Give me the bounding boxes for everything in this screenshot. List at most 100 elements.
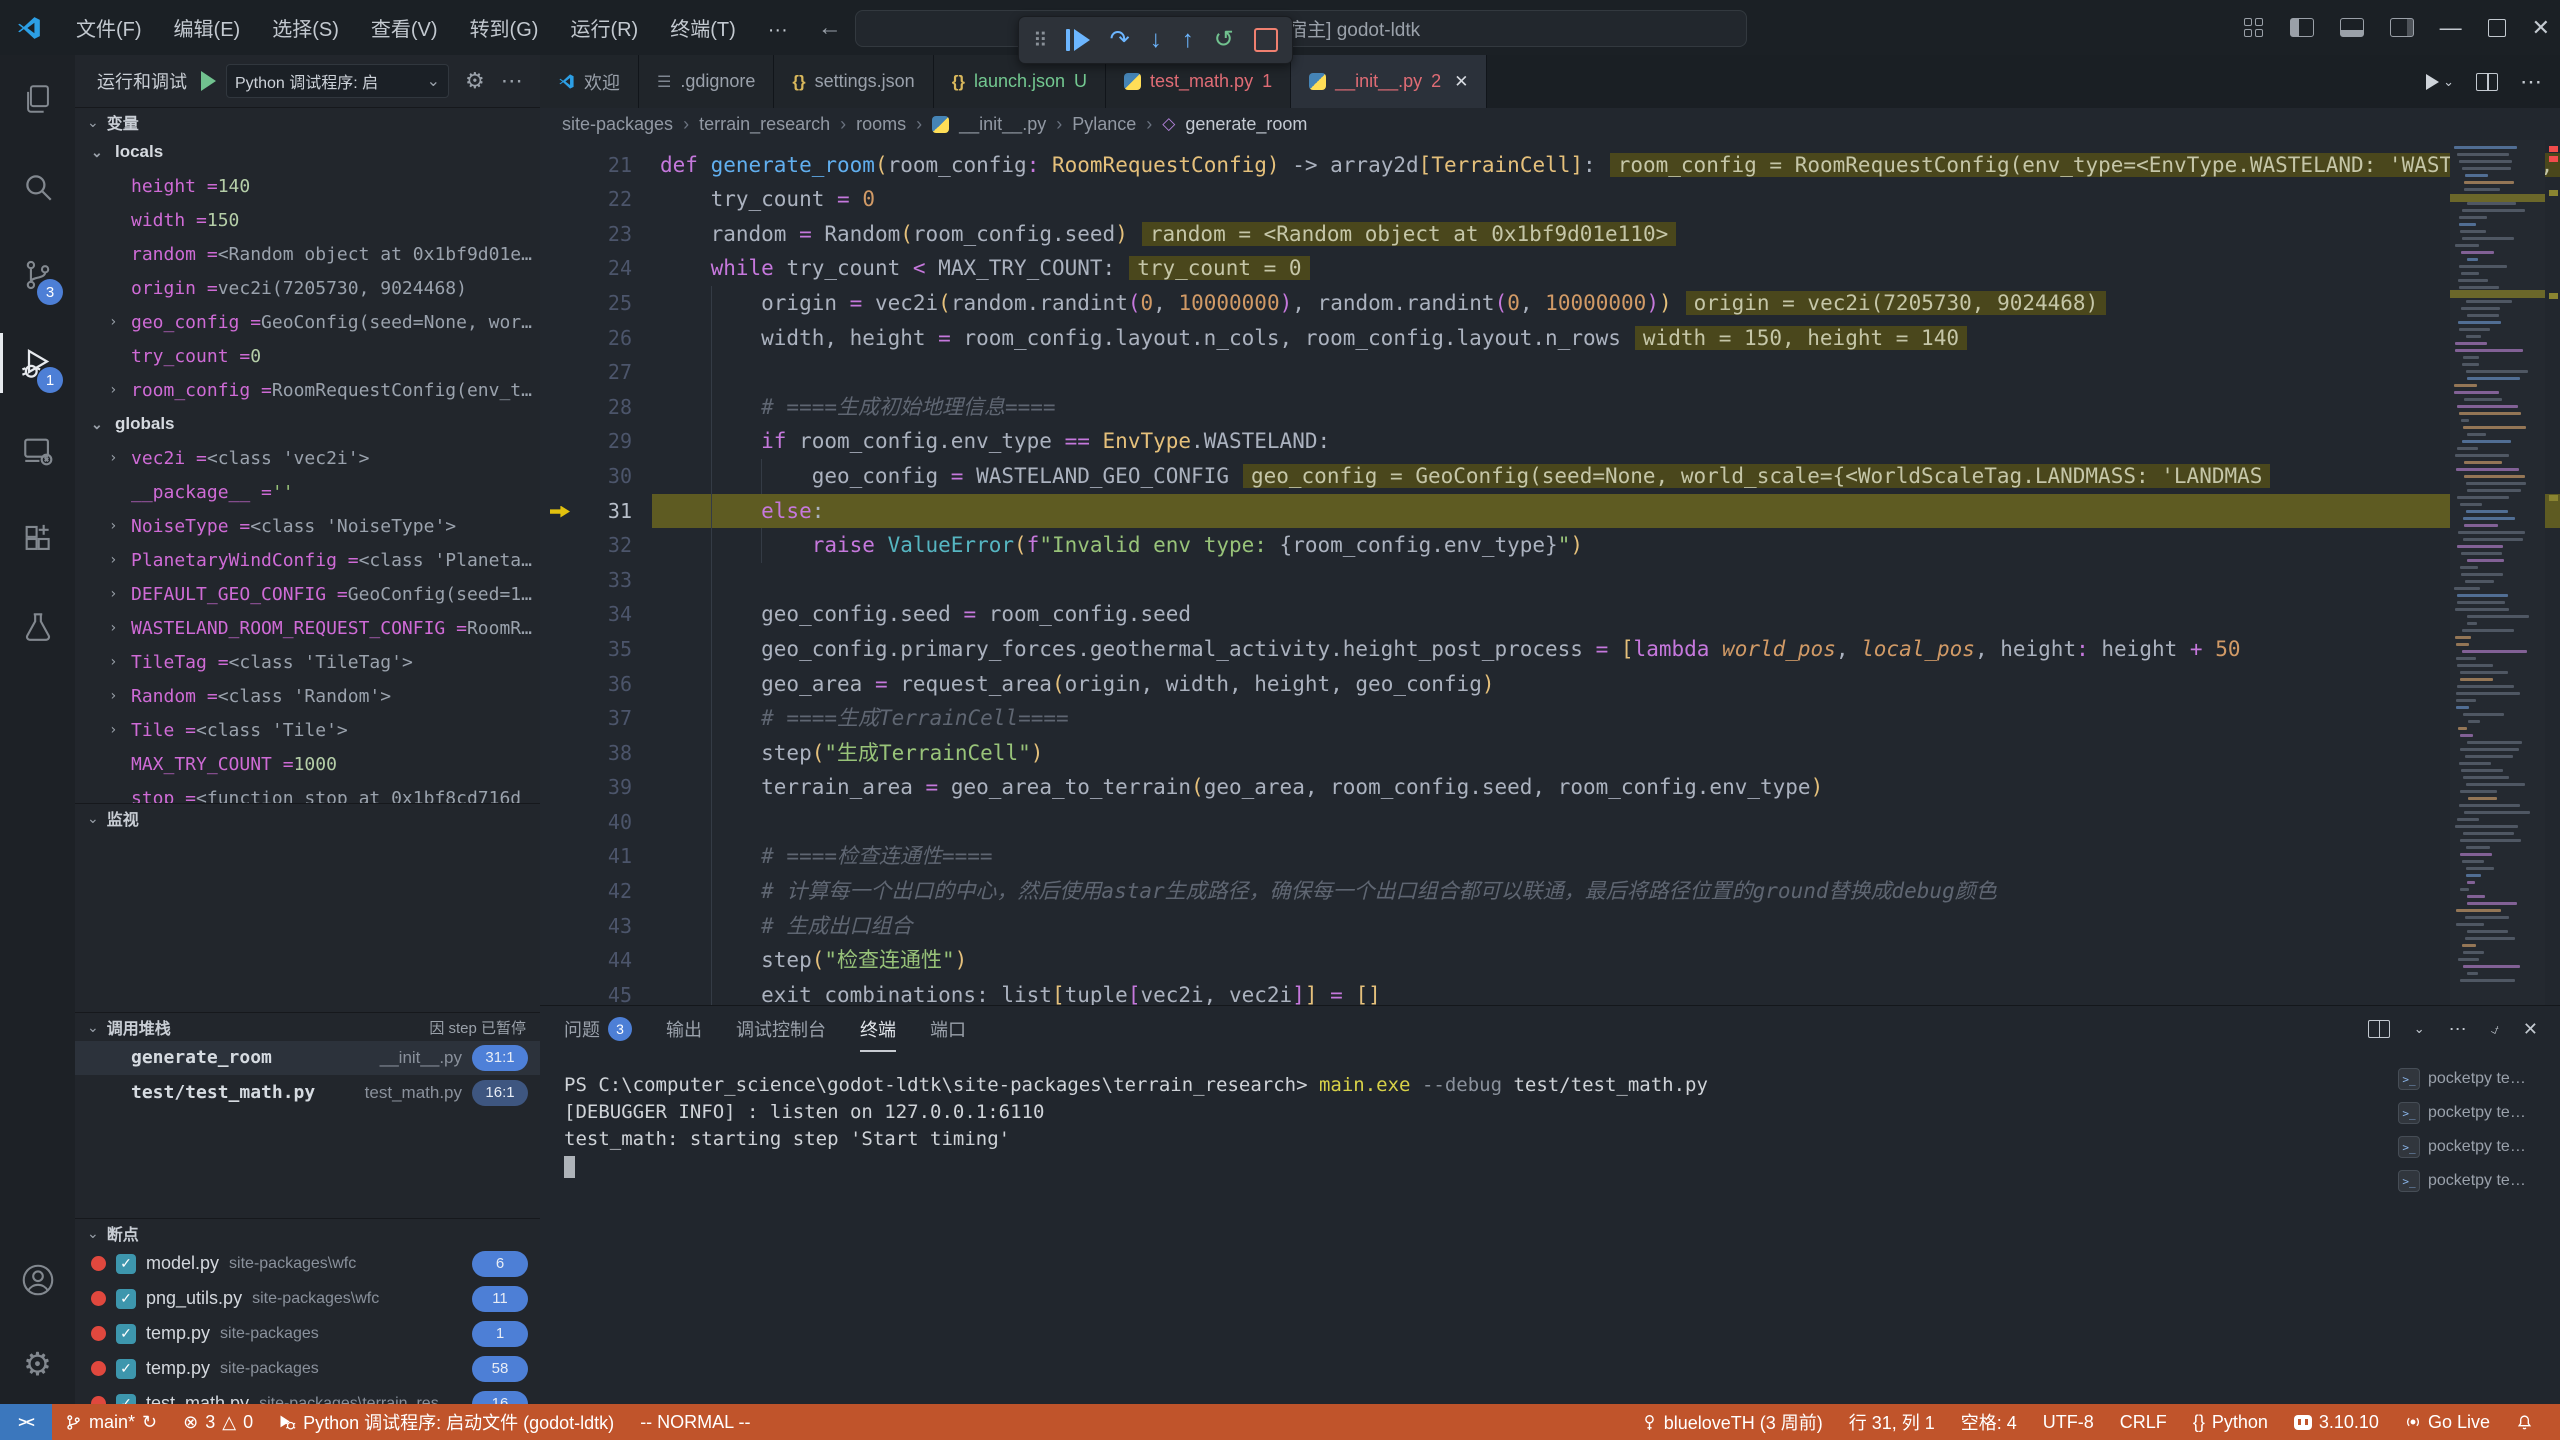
toggle-sidebar-icon[interactable] — [2290, 18, 2314, 37]
variable-__package__[interactable]: __package__ = '' — [75, 475, 540, 509]
code-line-35[interactable]: 35 geo_config.primary_forces.geothermal_… — [540, 632, 2560, 667]
code-line-21[interactable]: 21def generate_room(room_config: RoomReq… — [540, 148, 2560, 183]
tab-__init__.py[interactable]: __init__.py2✕ — [1291, 55, 1487, 108]
variable-NoiseType[interactable]: ›NoiseType = <class 'NoiseType'> — [75, 509, 540, 543]
menu-item[interactable]: 转到(G) — [454, 19, 555, 41]
variable-origin[interactable]: origin = vec2i(7205730, 9024468) — [75, 271, 540, 305]
code-line-30[interactable]: 30 geo_config = WASTELAND_GEO_CONFIGgeo_… — [540, 459, 2560, 494]
toggle-secondary-sidebar-icon[interactable] — [2390, 18, 2414, 37]
breadcrumb-item[interactable]: rooms — [856, 114, 906, 135]
python-version-indicator[interactable]: 3.10.10 — [2281, 1412, 2392, 1433]
stack-frame-test/test_math.py[interactable]: test/test_math.pytest_math.py16:1 — [75, 1075, 540, 1110]
more-actions-icon[interactable]: ⋯ — [501, 68, 523, 94]
nav-back-icon[interactable]: ← — [804, 14, 856, 42]
run-python-file-button[interactable]: ⌄ — [2426, 74, 2454, 90]
toggle-panel-icon[interactable] — [2340, 18, 2364, 37]
code-line-32[interactable]: 32 raise ValueError(f"Invalid env type: … — [540, 528, 2560, 563]
variable-stop[interactable]: stop = <function stop at 0x1bf8cd716d — [75, 781, 540, 803]
menu-item[interactable]: ··· — [752, 19, 804, 41]
remote-explorer-icon[interactable] — [0, 407, 75, 495]
start-debug-icon[interactable] — [201, 71, 216, 91]
account-icon[interactable] — [0, 1236, 75, 1324]
terminal-instance[interactable]: >_pocketpy te… — [2398, 1164, 2556, 1198]
notifications-bell[interactable] — [2503, 1414, 2546, 1431]
code-line-23[interactable]: 23 random = Random(room_config.seed)rand… — [540, 217, 2560, 252]
variable-DEFAULT_GEO_CONFIG[interactable]: ›DEFAULT_GEO_CONFIG = GeoConfig(seed=1… — [75, 577, 540, 611]
code-line-45[interactable]: 45 exit_combinations: list[tuple[vec2i, … — [540, 978, 2560, 1005]
code-editor[interactable]: 2021def generate_room(room_config: RoomR… — [540, 140, 2560, 1005]
code-line-20[interactable]: 20 — [540, 140, 2560, 148]
step-out-button[interactable]: ↑ — [1182, 28, 1194, 52]
stack-frame-generate_room[interactable]: generate_room__init__.py31:1 — [75, 1040, 540, 1075]
terminal-output[interactable]: PS C:\computer_science\godot-ldtk\site-p… — [564, 1072, 2390, 1178]
code-line-22[interactable]: 22 try_count = 0 — [540, 182, 2560, 217]
eol-indicator[interactable]: CRLF — [2107, 1412, 2180, 1433]
explorer-icon[interactable] — [0, 55, 75, 143]
code-line-33[interactable]: 33 — [540, 563, 2560, 598]
code-line-25[interactable]: 25 origin = vec2i(random.randint(0, 1000… — [540, 286, 2560, 321]
code-line-44[interactable]: 44 step("检查连通性") — [540, 943, 2560, 978]
breakpoints-section-header[interactable]: ⌄断点 — [75, 1218, 540, 1247]
menu-item[interactable]: 查看(V) — [355, 19, 454, 41]
code-line-24[interactable]: 24 while try_count < MAX_TRY_COUNT:try_c… — [540, 251, 2560, 286]
code-line-28[interactable]: 28 # ====生成初始地理信息==== — [540, 390, 2560, 425]
panel-tab-终端[interactable]: 终端 — [860, 1006, 896, 1052]
step-into-button[interactable]: ↓ — [1150, 28, 1162, 52]
extensions-icon[interactable] — [0, 495, 75, 583]
breadcrumb-item[interactable]: generate_room — [1185, 114, 1307, 135]
code-line-37[interactable]: 37 # ====生成TerrainCell==== — [540, 701, 2560, 736]
tab-settings.json[interactable]: {}settings.json — [774, 55, 933, 108]
breadcrumb-item[interactable]: Pylance — [1072, 114, 1136, 135]
menu-item[interactable]: 编辑(E) — [158, 19, 257, 41]
tab-欢迎[interactable]: 欢迎 — [540, 55, 639, 108]
testing-icon[interactable] — [0, 583, 75, 671]
variable-vec2i[interactable]: ›vec2i = <class 'vec2i'> — [75, 441, 540, 475]
terminal-layout-icon[interactable] — [2368, 1020, 2390, 1038]
breakpoint-checkbox[interactable]: ✓ — [116, 1394, 136, 1405]
code-line-40[interactable]: 40 — [540, 805, 2560, 840]
cursor-position[interactable]: 行 31, 列 1 — [1836, 1409, 1948, 1435]
terminal-instance[interactable]: >_pocketpy te… — [2398, 1062, 2556, 1096]
search-view-icon[interactable] — [0, 143, 75, 231]
breakpoint-checkbox[interactable]: ✓ — [116, 1254, 136, 1274]
drag-grip-icon[interactable]: ⠿ — [1033, 28, 1046, 53]
restart-button[interactable]: ↺ — [1214, 28, 1234, 52]
variable-WASTELAND_ROOM_REQUEST_CONFIG[interactable]: ›WASTELAND_ROOM_REQUEST_CONFIG = RoomR… — [75, 611, 540, 645]
close-window-icon[interactable]: ✕ — [2532, 15, 2550, 41]
command-center-search[interactable]: [扩展开发宿主] godot-ldtk — [855, 10, 1747, 47]
variable-MAX_TRY_COUNT[interactable]: MAX_TRY_COUNT = 1000 — [75, 747, 540, 781]
variable-Random[interactable]: ›Random = <class 'Random'> — [75, 679, 540, 713]
split-editor-icon[interactable] — [2476, 73, 2498, 91]
code-line-39[interactable]: 39 terrain_area = geo_area_to_terrain(ge… — [540, 770, 2560, 805]
scope-locals[interactable]: ⌄locals — [75, 135, 540, 169]
variable-geo_config[interactable]: ›geo_config = GeoConfig(seed=None, wor… — [75, 305, 540, 339]
code-line-38[interactable]: 38 step("生成TerrainCell") — [540, 736, 2560, 771]
run-and-debug-icon[interactable]: 1 — [0, 319, 75, 407]
settings-gear-icon[interactable]: ⚙ — [0, 1324, 75, 1404]
code-line-27[interactable]: 27 — [540, 355, 2560, 390]
breadcrumb-item[interactable]: __init__.py — [959, 114, 1046, 135]
scope-globals[interactable]: ⌄globals — [75, 407, 540, 441]
stop-button[interactable] — [1254, 28, 1278, 52]
step-over-button[interactable]: ↷ — [1110, 28, 1130, 52]
go-live-button[interactable]: Go Live — [2392, 1412, 2503, 1433]
breakpoint-checkbox[interactable]: ✓ — [116, 1359, 136, 1379]
minimap[interactable] — [2450, 140, 2545, 1005]
breakpoint-checkbox[interactable]: ✓ — [116, 1289, 136, 1309]
variable-height[interactable]: height = 140 — [75, 169, 540, 203]
breadcrumb-item[interactable]: site-packages — [562, 114, 673, 135]
close-panel-icon[interactable]: ✕ — [2523, 1019, 2538, 1040]
branch-indicator[interactable]: main* ↻ — [52, 1412, 170, 1433]
language-indicator[interactable]: {}Python — [2180, 1412, 2281, 1433]
variables-section-header[interactable]: ⌄变量 — [75, 107, 540, 136]
code-line-31[interactable]: 31 else: — [540, 494, 2560, 529]
menu-item[interactable]: 运行(R) — [554, 19, 654, 41]
variable-try_count[interactable]: try_count = 0 — [75, 339, 540, 373]
menu-item[interactable]: 选择(S) — [256, 19, 355, 41]
breakpoint-checkbox[interactable]: ✓ — [116, 1324, 136, 1344]
code-line-43[interactable]: 43 # 生成出口组合 — [540, 909, 2560, 944]
variable-TileTag[interactable]: ›TileTag = <class 'TileTag'> — [75, 645, 540, 679]
blame-annotation[interactable]: blueloveTH (3 周前) — [1629, 1409, 1836, 1435]
code-line-29[interactable]: 29 if room_config.env_type == EnvType.WA… — [540, 424, 2560, 459]
indentation-indicator[interactable]: 空格: 4 — [1948, 1409, 2030, 1435]
